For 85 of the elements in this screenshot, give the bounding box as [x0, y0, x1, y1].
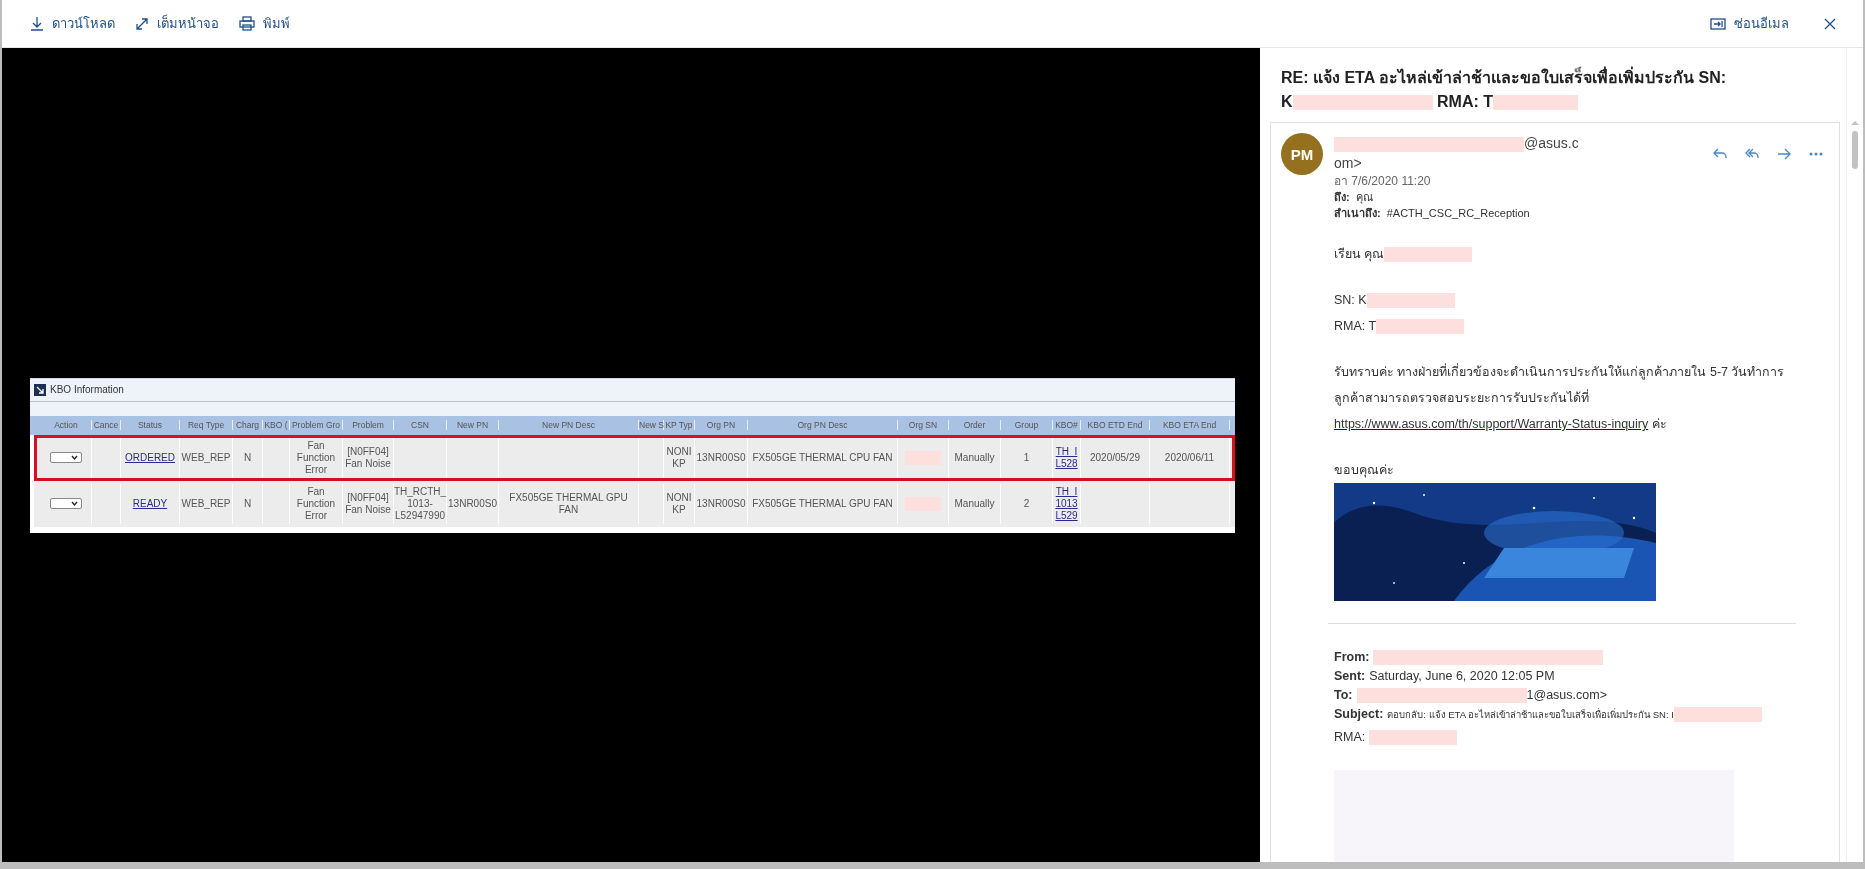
table-cell: 13NR00S0	[696, 451, 746, 464]
column-header: Req Type	[180, 420, 233, 430]
body-text: SN: K	[1334, 287, 1827, 313]
column-header: Problem Gro	[290, 420, 343, 430]
sender-address: @asus.c om>	[1334, 134, 1579, 173]
warranty-link[interactable]: https://www.asus.com/th/support/Warranty-Status-inquiry	[1334, 417, 1649, 431]
email-subject: RE: แจ้ง ETA อะไหล่เข้าล่าช้าและขอใบเสร็จเพื่อเพิ่มประกัน SN: K RMA: T	[1281, 66, 1736, 114]
close-icon	[1823, 16, 1837, 31]
body-text: ลูกค้าสามารถตรวจสอบระยะการรับประกันได้ที่	[1334, 388, 1590, 408]
arrow-icon	[1776, 146, 1792, 162]
table-link[interactable]: READY	[132, 497, 168, 510]
table-cell: 2020/05/29	[1089, 451, 1141, 464]
column-header: KP Typ	[664, 420, 695, 430]
header-field: To: 1@asus.com>	[1334, 686, 1827, 705]
table-cell: TH_RCTH_ 1013- L52947990	[393, 485, 447, 522]
table-cell: Manually	[954, 497, 995, 510]
recipient-line: สำเนาถึง: #ACTH_CSC_RC_Reception	[1334, 206, 1531, 221]
column-header: Order	[949, 420, 1001, 430]
column-header: Org PN	[695, 420, 748, 430]
table-link[interactable]: TH_I L528	[1055, 445, 1078, 470]
dropdown[interactable]	[50, 452, 82, 463]
table-cell: FX505GE THERMAL GPU FAN	[752, 497, 893, 510]
table-link[interactable]: ORDERED	[125, 451, 175, 464]
caret-icon	[71, 455, 78, 460]
body-text: RMA:	[1334, 724, 1827, 750]
panel-icon	[1710, 17, 1726, 30]
table-cell: Fan Function Error	[296, 485, 336, 522]
body-text: RMA: T	[1334, 313, 1827, 339]
expand-icon	[135, 16, 149, 31]
panel-title: KBO Information	[50, 384, 124, 395]
toolbar-button[interactable]: ดาวน์โหลด	[24, 9, 121, 38]
table-cell-text: FX505GE THERMAL GPU FAN	[508, 491, 629, 516]
sent-date: อา 7/6/2020 11:20	[1334, 173, 1432, 189]
column-header: KBO#	[1053, 420, 1081, 430]
table-link[interactable]: TH_I 1013 L529	[1055, 485, 1078, 522]
table-cell: WEB_REP	[181, 497, 231, 510]
column-header: CSN	[394, 420, 447, 430]
header-field: Sent: Saturday, June 6, 2020 12:05 PM	[1334, 667, 1827, 686]
scrollbar-thumb[interactable]	[1852, 131, 1858, 169]
header-field: Subject: ตอบกลับ: แจ้ง ETA อะไหล่เข้าล่าช้าและขอใบเสร็จเพื่อเพิ่มประกัน SN: I	[1334, 705, 1827, 724]
column-header: New PN	[447, 420, 499, 430]
download-icon	[30, 16, 44, 31]
table-cell: Fan Function Error	[296, 439, 336, 476]
table-cell: 1	[1023, 451, 1030, 464]
arrow-box-icon	[34, 383, 46, 396]
printer-icon	[239, 16, 255, 31]
column-header: Cance	[92, 420, 121, 430]
body-text: รับทราบค่ะ ทางฝ่ายที่เกี่ยวข้องจะดำเนินการประกันให้แก่ลูกค้าภายใน 5-7 วันทำการ	[1334, 362, 1786, 382]
column-header: KBO ETD End	[1081, 420, 1150, 430]
table-cell: 13NR00S0	[448, 497, 497, 510]
scroll-up-icon	[1851, 120, 1859, 125]
column-header: KBO ETA End	[1150, 420, 1230, 430]
table-cell: 2	[1023, 497, 1030, 510]
table-cell: FX505GE THERMAL CPU FAN	[752, 451, 893, 464]
recipient-line: ถึง: คุณ	[1334, 190, 1374, 205]
column-header: Problem	[343, 420, 394, 430]
hide-mail-button[interactable]: ซ่อนอีเมล	[1704, 9, 1795, 38]
column-header: New S	[639, 420, 664, 430]
table-cell: 13NR00S0	[696, 497, 746, 510]
header-field: From:	[1334, 648, 1827, 667]
column-header: KBO (	[263, 420, 290, 430]
body-text: https://www.asus.com/th/support/Warranty-Status-inquiry ค่ะ	[1334, 416, 1668, 433]
table-cell: WEB_REP	[181, 451, 231, 464]
table-cell: [N0FF04] Fan Noise	[345, 445, 391, 470]
column-header: Group	[1001, 420, 1053, 430]
table-cell: 2020/06/11	[1164, 451, 1215, 464]
column-header: Action	[41, 420, 92, 430]
column-header: Org PN Desc	[748, 420, 898, 430]
toolbar-button[interactable]: เต็มหน้าจอ	[129, 9, 225, 38]
table-cell: NONI KP	[666, 445, 692, 470]
body-text: เรียน คุณ	[1334, 241, 1827, 267]
column-header: Org SN	[898, 420, 949, 430]
table-cell: Manually	[954, 451, 995, 464]
caret-icon	[71, 501, 78, 506]
dropdown[interactable]	[50, 498, 82, 509]
table-cell: N	[243, 451, 252, 464]
table-cell: N	[243, 497, 252, 510]
sender-avatar: PM	[1281, 133, 1323, 175]
body-text: ขอบคุณค่ะ	[1334, 462, 1395, 480]
toolbar-button[interactable]: พิมพ์	[233, 9, 296, 38]
table-cell: NONI KP	[666, 491, 692, 516]
column-header: Status	[121, 420, 180, 430]
column-header: Charg	[233, 420, 263, 430]
table-cell: [N0FF04] Fan Noise	[345, 491, 391, 516]
column-header: New PN Desc	[499, 420, 639, 430]
